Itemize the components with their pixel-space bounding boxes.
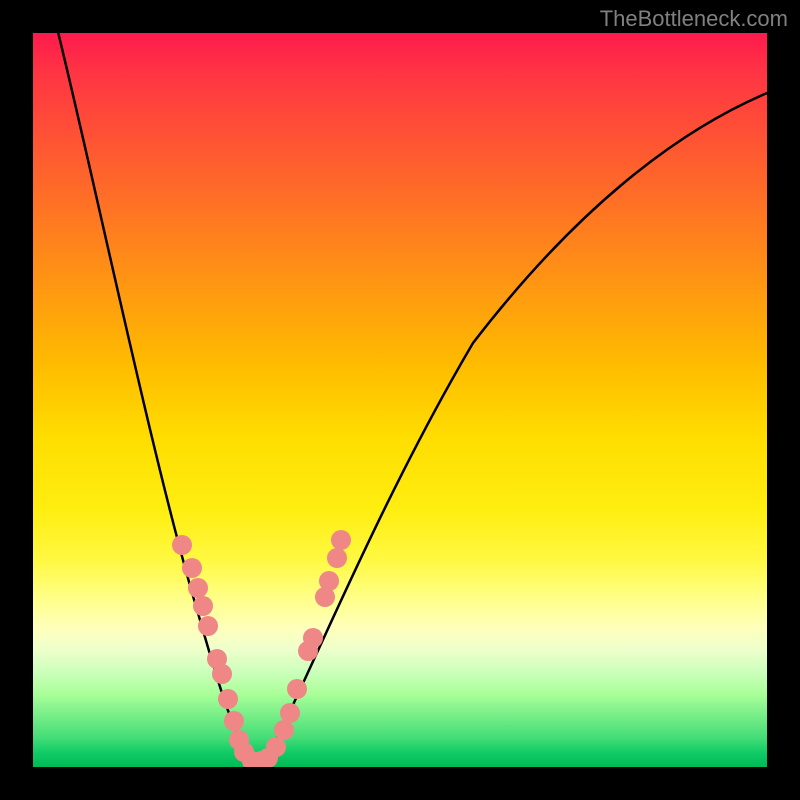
marker-dot xyxy=(212,664,232,684)
marker-dot xyxy=(224,711,244,731)
marker-dot xyxy=(218,689,238,709)
watermark-text: TheBottleneck.com xyxy=(600,6,788,32)
marker-dot xyxy=(172,535,192,555)
marker-dot xyxy=(266,737,286,757)
left-branch-markers xyxy=(172,535,262,767)
marker-dot xyxy=(198,616,218,636)
marker-dot xyxy=(182,558,202,578)
right-branch-markers xyxy=(251,530,351,767)
marker-dot xyxy=(319,571,339,591)
chart-plot-area xyxy=(33,33,767,767)
marker-dot xyxy=(193,596,213,616)
marker-dot xyxy=(188,578,208,598)
marker-dot xyxy=(274,720,294,740)
marker-dot xyxy=(327,548,347,568)
marker-dot xyxy=(331,530,351,550)
marker-dot xyxy=(280,703,300,723)
marker-dot xyxy=(287,679,307,699)
chart-svg xyxy=(33,33,767,767)
marker-dot xyxy=(303,628,323,648)
bottleneck-curve xyxy=(57,33,767,764)
